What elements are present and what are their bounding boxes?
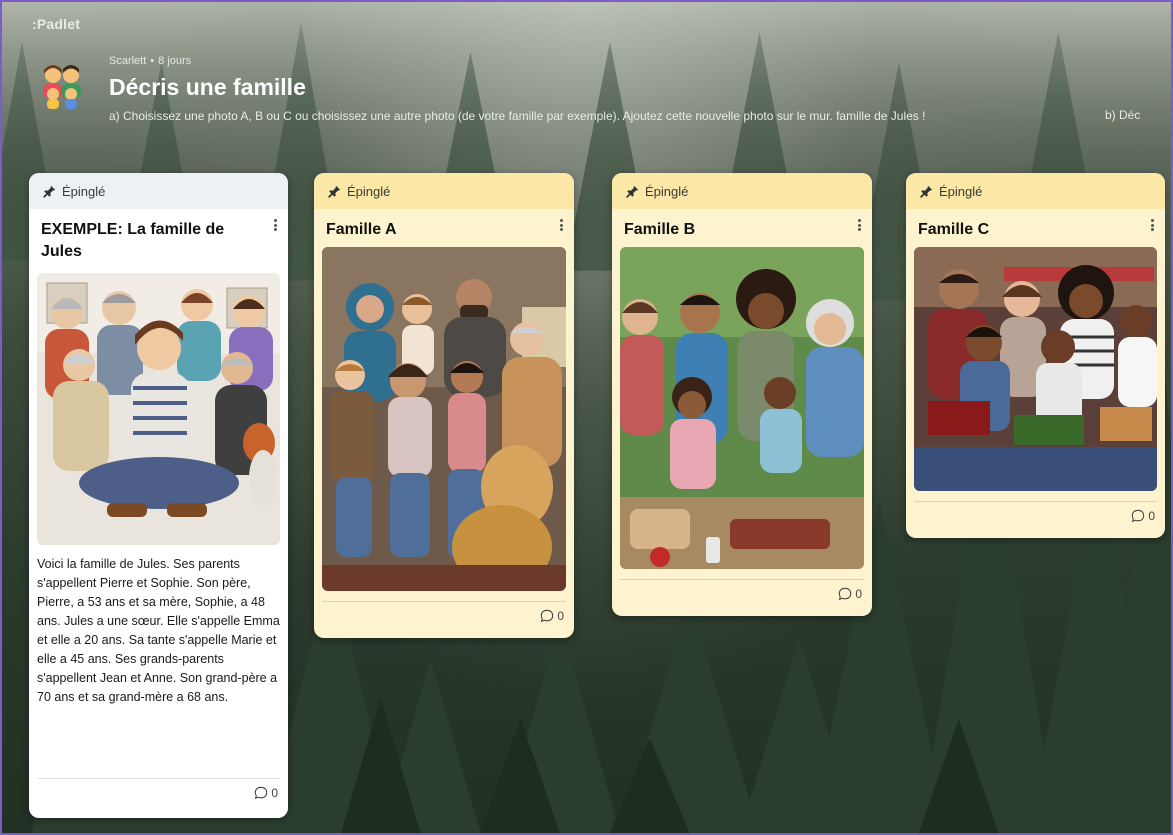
pinned-label: Épinglé [645, 183, 689, 199]
family-photo-c [914, 247, 1157, 491]
family-emoji-icon [43, 65, 81, 109]
card-footer: 0 [322, 601, 566, 629]
post-card-exemple[interactable]: Épinglé EXEMPLE: La famille de Jules Voi… [29, 173, 288, 818]
comment-count: 0 [855, 586, 862, 601]
comment-count: 0 [271, 785, 278, 800]
post-card-famille-b[interactable]: Épinglé Famille B 0 [612, 173, 872, 616]
post-image-jules[interactable] [37, 273, 280, 545]
card-footer: 0 [914, 501, 1157, 529]
card-footer: 0 [37, 778, 280, 806]
card-title: Famille C [918, 221, 990, 238]
more-options-icon[interactable] [854, 217, 864, 233]
more-options-icon[interactable] [556, 217, 566, 233]
author-name[interactable]: Scarlett [109, 55, 146, 67]
timestamp: 8 jours [158, 55, 192, 67]
pin-icon [920, 185, 933, 198]
pinned-label: Épinglé [62, 183, 106, 199]
board-description: a) Choisissez une photo A, B ou C ou cho… [109, 109, 926, 123]
pinned-bar: Épinglé [314, 173, 574, 209]
padlet-board: :Padlet Scarlett • 8 jours Décris une fami… [0, 0, 1173, 835]
pinned-bar: Épinglé [29, 173, 288, 209]
board-title: Décris une famille [109, 74, 306, 100]
comment-count: 0 [557, 608, 564, 623]
board-description-continued: b) Déc [1105, 108, 1141, 122]
card-title: Famille A [326, 221, 397, 238]
comment-icon[interactable] [254, 786, 268, 800]
post-meta: Scarlett • 8 jours [109, 55, 191, 67]
meta-separator: • [150, 55, 155, 67]
family-photo-a [322, 247, 566, 591]
family-photo-b [620, 247, 864, 569]
post-image-famille-a[interactable] [322, 247, 566, 591]
post-body-text: Voici la famille de Jules. Ses parents s… [37, 557, 280, 704]
comment-count: 0 [1148, 508, 1155, 523]
more-options-icon[interactable] [270, 217, 280, 233]
pin-icon [626, 185, 639, 198]
post-image-famille-c[interactable] [914, 247, 1157, 491]
pinned-label: Épinglé [939, 183, 983, 199]
post-card-famille-c[interactable]: Épinglé Famille C 0 [906, 173, 1165, 538]
card-footer: 0 [620, 579, 864, 607]
pinned-label: Épinglé [347, 183, 391, 199]
more-options-icon[interactable] [1147, 217, 1157, 233]
pinned-bar: Épinglé [906, 173, 1165, 209]
pinned-bar: Épinglé [612, 173, 872, 209]
pin-icon [43, 185, 56, 198]
card-title: EXEMPLE: La famille de Jules [41, 221, 225, 260]
padlet-logo[interactable]: :Padlet [32, 16, 80, 32]
post-card-famille-a[interactable]: Épinglé Famille A 0 [314, 173, 574, 638]
card-title: Famille B [624, 221, 696, 238]
comment-icon[interactable] [1131, 509, 1145, 523]
post-image-famille-b[interactable] [620, 247, 864, 569]
comment-icon[interactable] [838, 587, 852, 601]
illustrated-family-image [37, 273, 280, 545]
comment-icon[interactable] [540, 609, 554, 623]
pin-icon [328, 185, 341, 198]
